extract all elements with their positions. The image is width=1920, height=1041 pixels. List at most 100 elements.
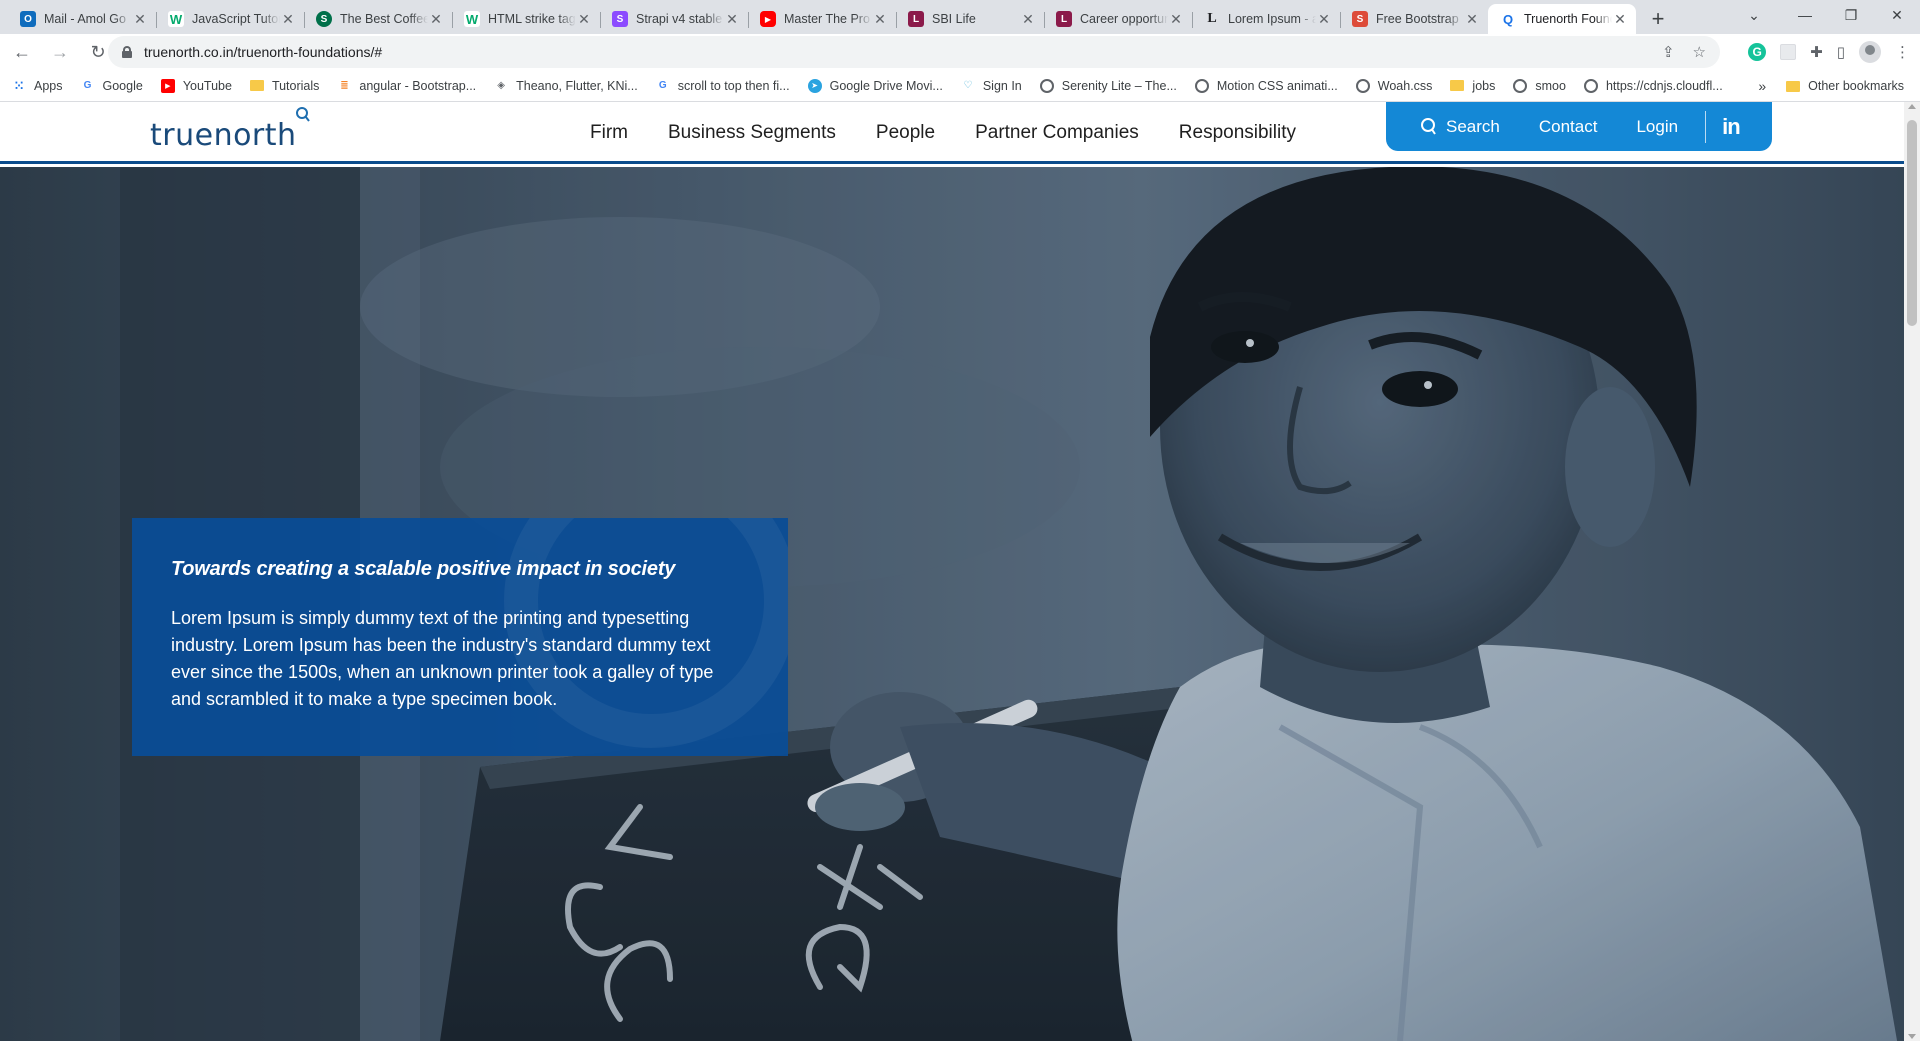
stackoverflow-icon: ≣ xyxy=(340,80,349,91)
bookmark-woah[interactable]: Woah.css xyxy=(1355,78,1432,93)
bookmark-star-icon[interactable]: ☆ xyxy=(1693,43,1706,61)
browser-tab[interactable]: W JavaScript Tutor ✕ xyxy=(156,4,304,34)
tab-title: Truenorth Found xyxy=(1524,12,1612,26)
puzzle-extensions-icon[interactable]: ✚ xyxy=(1810,43,1823,61)
browser-toolbar: ← → ↻ truenorth.co.in/truenorth-foundati… xyxy=(0,34,1920,70)
nav-firm[interactable]: Firm xyxy=(590,122,628,144)
side-panel-icon[interactable]: ▯ xyxy=(1837,43,1845,61)
contact-label: Contact xyxy=(1538,116,1598,136)
share-icon[interactable]: ⇪ xyxy=(1662,43,1675,61)
utility-bar: Search Contact Login in xyxy=(1386,102,1772,151)
globe-icon xyxy=(1355,78,1370,93)
page-scrollbar[interactable] xyxy=(1904,102,1920,1041)
grammarly-icon[interactable]: G xyxy=(1748,43,1767,61)
search-button[interactable]: Search xyxy=(1420,117,1500,137)
close-tab-icon[interactable]: ✕ xyxy=(1020,11,1036,28)
outlook-icon: O xyxy=(20,11,36,27)
site-header: truenorth Firm Business Segments People … xyxy=(0,102,1904,164)
bookmark-label: Google xyxy=(102,78,143,93)
bookmark-serenity[interactable]: Serenity Lite – The... xyxy=(1039,78,1177,93)
page-viewport: truenorth Firm Business Segments People … xyxy=(0,102,1904,1041)
tab-title: Mail - Amol Go xyxy=(44,12,126,26)
close-tab-icon[interactable]: ✕ xyxy=(280,11,296,28)
bookmark-smoo[interactable]: smoo xyxy=(1513,78,1566,93)
forward-arrow-icon[interactable]: → xyxy=(44,36,76,68)
minimize-icon[interactable]: — xyxy=(1782,0,1828,30)
browser-tab[interactable]: ▶ Master The Pro ✕ xyxy=(748,4,896,34)
folder-icon xyxy=(249,80,264,91)
truenorth-logo[interactable]: truenorth xyxy=(150,107,310,156)
close-tab-icon[interactable]: ✕ xyxy=(1316,11,1332,28)
bookmark-youtube[interactable]: ▶ YouTube xyxy=(160,78,232,93)
hero-banner: Towards creating a scalable positive imp… xyxy=(0,167,1904,1041)
close-tab-icon[interactable]: ✕ xyxy=(724,11,740,28)
login-link[interactable]: Login xyxy=(1636,117,1678,137)
nav-people[interactable]: People xyxy=(876,122,935,144)
window-controls: — ❐ ✕ xyxy=(1782,0,1920,30)
restore-icon[interactable]: ❐ xyxy=(1828,0,1874,30)
bookmark-label: jobs xyxy=(1472,78,1496,93)
utility-divider xyxy=(1705,110,1707,143)
bookmark-folder-jobs[interactable]: jobs xyxy=(1450,79,1495,93)
tab-title: The Best Coffee xyxy=(340,12,428,26)
close-window-icon[interactable]: ✕ xyxy=(1874,0,1920,30)
profile-avatar-icon[interactable] xyxy=(1859,41,1881,63)
browser-tab-active[interactable]: Q Truenorth Found ✕ xyxy=(1488,4,1636,34)
contact-link[interactable]: Contact xyxy=(1539,117,1598,137)
linkedin-icon[interactable]: in xyxy=(1722,114,1741,140)
scroll-down-arrow-icon[interactable] xyxy=(1908,1034,1916,1039)
close-tab-icon[interactable]: ✕ xyxy=(428,11,444,28)
scroll-up-arrow-icon[interactable] xyxy=(1908,104,1916,109)
bookmark-folder-tutorials[interactable]: Tutorials xyxy=(249,79,319,93)
browser-tab[interactable]: O Mail - Amol Go ✕ xyxy=(8,4,156,34)
bookmark-apps[interactable]: ⁙ Apps xyxy=(12,79,63,93)
kebab-menu-icon[interactable]: ⋮ xyxy=(1895,43,1910,61)
more-bookmarks-chevron-icon[interactable]: » xyxy=(1758,78,1766,94)
bookmark-motion-css[interactable]: Motion CSS animati... xyxy=(1194,78,1338,93)
extension-placeholder-icon[interactable] xyxy=(1780,44,1797,60)
close-tab-icon[interactable]: ✕ xyxy=(576,11,592,28)
nav-partner-companies[interactable]: Partner Companies xyxy=(975,122,1139,144)
browser-tab[interactable]: S Free Bootstrap ✕ xyxy=(1340,4,1488,34)
lock-icon[interactable] xyxy=(122,46,132,58)
bookmark-other[interactable]: Other bookmarks xyxy=(1786,79,1904,93)
tab-title: Lorem Ipsum - a xyxy=(1228,12,1316,26)
new-tab-button[interactable]: + xyxy=(1642,4,1674,34)
bookmark-google[interactable]: G Google xyxy=(81,79,143,93)
browser-tab[interactable]: L SBI Life ✕ xyxy=(896,4,1044,34)
tab-title: HTML strike tag xyxy=(488,12,576,26)
bookmark-label: YouTube xyxy=(182,78,232,93)
browser-tab[interactable]: W HTML strike tag ✕ xyxy=(452,4,600,34)
bookmark-label: smoo xyxy=(1535,78,1566,93)
hero-intro-card: Towards creating a scalable positive imp… xyxy=(132,518,788,756)
close-tab-icon[interactable]: ✕ xyxy=(132,11,148,28)
tab-title: JavaScript Tutor xyxy=(192,12,280,26)
bookmark-cdnjs[interactable]: https://cdnjs.cloudfl... xyxy=(1583,78,1723,93)
browser-tab[interactable]: L Career opportur ✕ xyxy=(1044,4,1192,34)
browser-tab[interactable]: S Strapi v4 stable ✕ xyxy=(600,4,748,34)
close-tab-icon[interactable]: ✕ xyxy=(872,11,888,28)
close-tab-icon[interactable]: ✕ xyxy=(1612,11,1628,28)
bookmark-google-drive[interactable]: ➤ Google Drive Movi... xyxy=(807,78,943,93)
bookmark-sign-in[interactable]: ♡ Sign In xyxy=(961,79,1021,93)
starbucks-icon: S xyxy=(316,11,332,27)
tab-search-chevron-icon[interactable]: ⌄ xyxy=(1736,0,1772,30)
bookmark-label: Apps xyxy=(34,78,63,93)
close-tab-icon[interactable]: ✕ xyxy=(1464,11,1480,28)
back-arrow-icon[interactable]: ← xyxy=(6,36,38,68)
address-bar[interactable]: truenorth.co.in/truenorth-foundations/# … xyxy=(108,36,1720,68)
bookmark-angular[interactable]: ≣ angular - Bootstrap... xyxy=(337,79,476,93)
w3schools-icon: W xyxy=(464,11,480,27)
url-text[interactable]: truenorth.co.in/truenorth-foundations/# xyxy=(144,44,382,60)
browser-tab[interactable]: L Lorem Ipsum - a ✕ xyxy=(1192,4,1340,34)
globe-icon xyxy=(1513,78,1528,93)
bookmark-theano[interactable]: ◈ Theano, Flutter, KNi... xyxy=(494,79,637,93)
google-icon: G xyxy=(83,80,92,91)
nav-business-segments[interactable]: Business Segments xyxy=(668,122,836,144)
browser-tab[interactable]: S The Best Coffee ✕ xyxy=(304,4,452,34)
folder-icon xyxy=(1450,80,1465,91)
nav-responsibility[interactable]: Responsibility xyxy=(1179,122,1296,144)
scrollbar-thumb[interactable] xyxy=(1907,120,1917,326)
bookmark-scroll[interactable]: G scroll to top then fi... xyxy=(656,79,790,93)
close-tab-icon[interactable]: ✕ xyxy=(1168,11,1184,28)
